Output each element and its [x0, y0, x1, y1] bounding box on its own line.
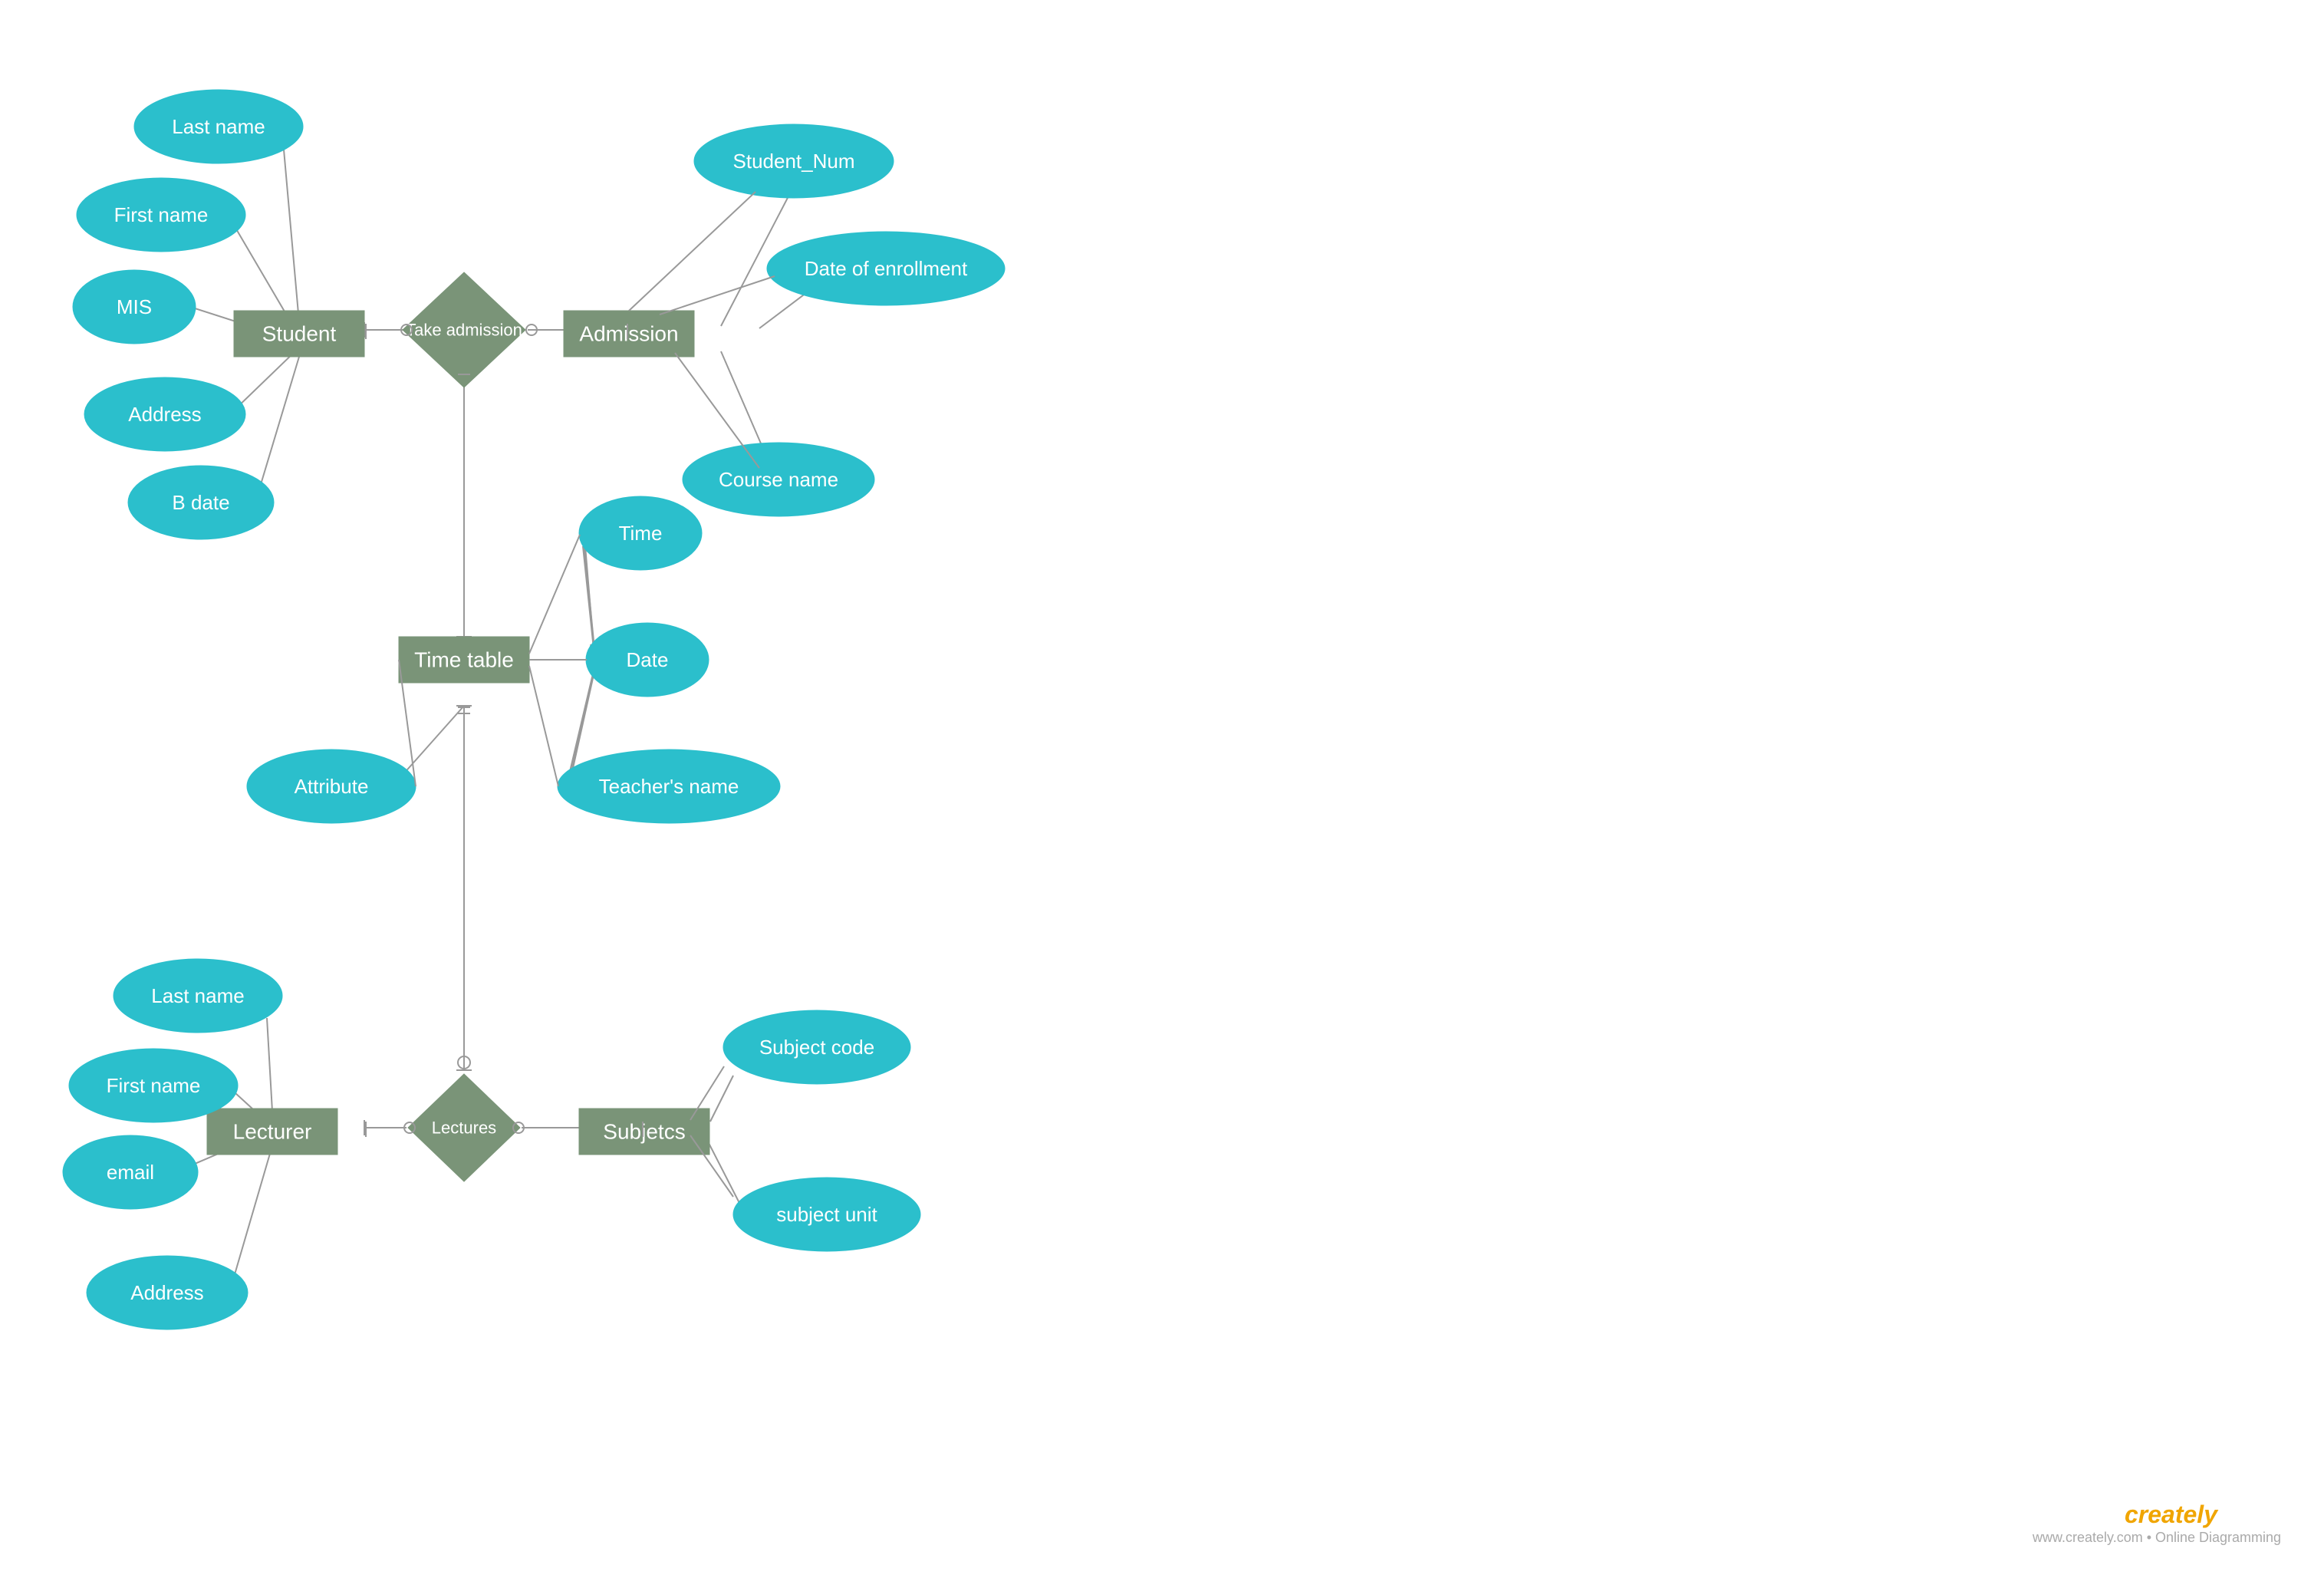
attr-last-name-student-label: Last name	[172, 115, 265, 138]
attr-first-name-student-label: First name	[114, 203, 209, 226]
attr-teacher-name-label: Teacher's name	[599, 775, 739, 798]
entity-timetable-label: Time table	[414, 648, 514, 672]
attr-first-name-lecturer-label: First name	[107, 1074, 201, 1097]
watermark-brand: creately	[2125, 1501, 2219, 1528]
attr-email-label: email	[107, 1161, 154, 1184]
attr-date-enrollment-label: Date of enrollment	[805, 257, 968, 280]
watermark-sub: www.creately.com • Online Diagramming	[2032, 1530, 2281, 1545]
entity-admission-label: Admission	[579, 322, 678, 346]
attr-subject-code-label: Subject code	[759, 1036, 874, 1059]
attr-address-lecturer-label: Address	[130, 1281, 203, 1304]
attr-bdate-label: B date	[172, 491, 229, 514]
attr-last-name-lecturer-label: Last name	[151, 984, 244, 1007]
er-diagram: Student Admission Time table Lecturer Su…	[0, 0, 2324, 1588]
attr-attribute-label: Attribute	[295, 775, 369, 798]
entity-lecturer-label: Lecturer	[233, 1120, 312, 1144]
rel-take-admission-label: Take admission	[406, 321, 522, 340]
attr-address-student-label: Address	[128, 403, 201, 426]
attr-date-label: Date	[627, 648, 669, 671]
attr-course-name-label: Course name	[719, 468, 838, 491]
attr-student-num-label: Student_Num	[733, 150, 855, 173]
attr-time-label: Time	[619, 522, 663, 545]
attr-subject-unit-label: subject unit	[776, 1203, 877, 1226]
entity-student-label: Student	[262, 322, 337, 346]
rel-lectures-label: Lectures	[432, 1119, 496, 1138]
attr-mis-label: MIS	[117, 295, 152, 318]
entity-subjetcs-label: Subjetcs	[603, 1120, 685, 1144]
